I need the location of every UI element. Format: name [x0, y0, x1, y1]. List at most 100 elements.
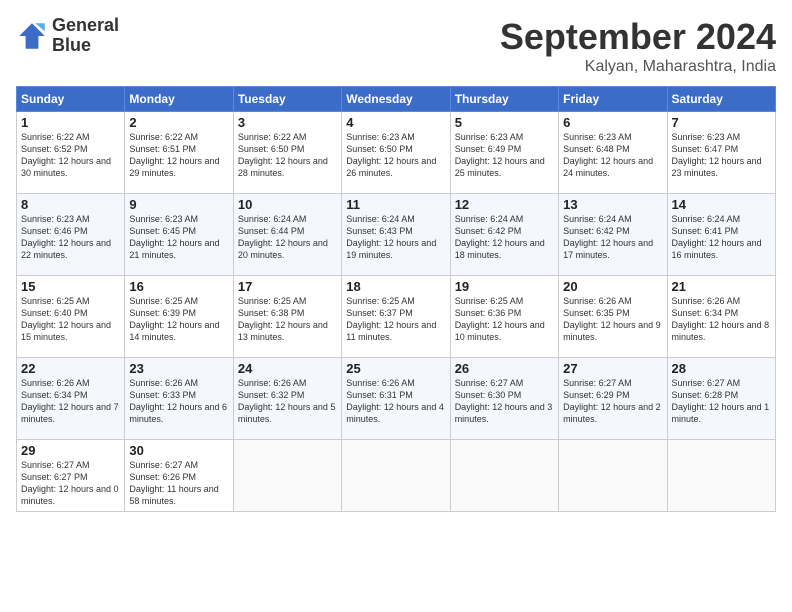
- day-number: 7: [672, 115, 771, 130]
- calendar-cell: 8 Sunrise: 6:23 AM Sunset: 6:46 PM Dayli…: [17, 194, 125, 276]
- cell-content: Sunrise: 6:26 AM Sunset: 6:34 PM Dayligh…: [21, 377, 120, 426]
- title-block: September 2024 Kalyan, Maharashtra, Indi…: [500, 16, 776, 76]
- calendar-cell: 22 Sunrise: 6:26 AM Sunset: 6:34 PM Dayl…: [17, 358, 125, 440]
- calendar-cell: 15 Sunrise: 6:25 AM Sunset: 6:40 PM Dayl…: [17, 276, 125, 358]
- day-number: 23: [129, 361, 228, 376]
- cell-content: Sunrise: 6:26 AM Sunset: 6:33 PM Dayligh…: [129, 377, 228, 426]
- cell-content: Sunrise: 6:22 AM Sunset: 6:52 PM Dayligh…: [21, 131, 120, 180]
- day-number: 10: [238, 197, 337, 212]
- day-number: 16: [129, 279, 228, 294]
- calendar-weekday-wednesday: Wednesday: [342, 87, 450, 112]
- calendar-cell: 6 Sunrise: 6:23 AM Sunset: 6:48 PM Dayli…: [559, 112, 667, 194]
- cell-content: Sunrise: 6:26 AM Sunset: 6:32 PM Dayligh…: [238, 377, 337, 426]
- cell-content: Sunrise: 6:22 AM Sunset: 6:50 PM Dayligh…: [238, 131, 337, 180]
- day-number: 13: [563, 197, 662, 212]
- cell-content: Sunrise: 6:27 AM Sunset: 6:26 PM Dayligh…: [129, 459, 228, 508]
- calendar-week-row: 22 Sunrise: 6:26 AM Sunset: 6:34 PM Dayl…: [17, 358, 776, 440]
- calendar-week-row: 29 Sunrise: 6:27 AM Sunset: 6:27 PM Dayl…: [17, 440, 776, 512]
- day-number: 11: [346, 197, 445, 212]
- calendar-cell: 14 Sunrise: 6:24 AM Sunset: 6:41 PM Dayl…: [667, 194, 775, 276]
- day-number: 28: [672, 361, 771, 376]
- cell-content: Sunrise: 6:27 AM Sunset: 6:28 PM Dayligh…: [672, 377, 771, 426]
- calendar-table: SundayMondayTuesdayWednesdayThursdayFrid…: [16, 86, 776, 512]
- calendar-cell: 2 Sunrise: 6:22 AM Sunset: 6:51 PM Dayli…: [125, 112, 233, 194]
- day-number: 3: [238, 115, 337, 130]
- cell-content: Sunrise: 6:23 AM Sunset: 6:50 PM Dayligh…: [346, 131, 445, 180]
- calendar-cell: 17 Sunrise: 6:25 AM Sunset: 6:38 PM Dayl…: [233, 276, 341, 358]
- header: General Blue September 2024 Kalyan, Maha…: [16, 16, 776, 76]
- calendar-cell: [559, 440, 667, 512]
- day-number: 9: [129, 197, 228, 212]
- cell-content: Sunrise: 6:26 AM Sunset: 6:34 PM Dayligh…: [672, 295, 771, 344]
- calendar-cell: [342, 440, 450, 512]
- cell-content: Sunrise: 6:25 AM Sunset: 6:39 PM Dayligh…: [129, 295, 228, 344]
- day-number: 5: [455, 115, 554, 130]
- logo: General Blue: [16, 16, 119, 56]
- cell-content: Sunrise: 6:25 AM Sunset: 6:40 PM Dayligh…: [21, 295, 120, 344]
- day-number: 2: [129, 115, 228, 130]
- day-number: 14: [672, 197, 771, 212]
- calendar-cell: 11 Sunrise: 6:24 AM Sunset: 6:43 PM Dayl…: [342, 194, 450, 276]
- calendar-cell: 24 Sunrise: 6:26 AM Sunset: 6:32 PM Dayl…: [233, 358, 341, 440]
- calendar-header-row: SundayMondayTuesdayWednesdayThursdayFrid…: [17, 87, 776, 112]
- calendar-cell: 5 Sunrise: 6:23 AM Sunset: 6:49 PM Dayli…: [450, 112, 558, 194]
- cell-content: Sunrise: 6:23 AM Sunset: 6:48 PM Dayligh…: [563, 131, 662, 180]
- calendar-cell: 3 Sunrise: 6:22 AM Sunset: 6:50 PM Dayli…: [233, 112, 341, 194]
- cell-content: Sunrise: 6:26 AM Sunset: 6:35 PM Dayligh…: [563, 295, 662, 344]
- cell-content: Sunrise: 6:23 AM Sunset: 6:47 PM Dayligh…: [672, 131, 771, 180]
- day-number: 24: [238, 361, 337, 376]
- cell-content: Sunrise: 6:24 AM Sunset: 6:42 PM Dayligh…: [455, 213, 554, 262]
- day-number: 30: [129, 443, 228, 458]
- calendar-weekday-thursday: Thursday: [450, 87, 558, 112]
- logo-text: General Blue: [52, 16, 119, 56]
- cell-content: Sunrise: 6:25 AM Sunset: 6:37 PM Dayligh…: [346, 295, 445, 344]
- day-number: 20: [563, 279, 662, 294]
- day-number: 25: [346, 361, 445, 376]
- page-container: General Blue September 2024 Kalyan, Maha…: [0, 0, 792, 612]
- calendar-cell: 19 Sunrise: 6:25 AM Sunset: 6:36 PM Dayl…: [450, 276, 558, 358]
- calendar-cell: [667, 440, 775, 512]
- day-number: 15: [21, 279, 120, 294]
- calendar-cell: 25 Sunrise: 6:26 AM Sunset: 6:31 PM Dayl…: [342, 358, 450, 440]
- calendar-week-row: 8 Sunrise: 6:23 AM Sunset: 6:46 PM Dayli…: [17, 194, 776, 276]
- calendar-cell: 29 Sunrise: 6:27 AM Sunset: 6:27 PM Dayl…: [17, 440, 125, 512]
- cell-content: Sunrise: 6:24 AM Sunset: 6:44 PM Dayligh…: [238, 213, 337, 262]
- calendar-cell: 18 Sunrise: 6:25 AM Sunset: 6:37 PM Dayl…: [342, 276, 450, 358]
- calendar-cell: [450, 440, 558, 512]
- calendar-cell: 23 Sunrise: 6:26 AM Sunset: 6:33 PM Dayl…: [125, 358, 233, 440]
- day-number: 22: [21, 361, 120, 376]
- cell-content: Sunrise: 6:24 AM Sunset: 6:41 PM Dayligh…: [672, 213, 771, 262]
- day-number: 18: [346, 279, 445, 294]
- calendar-weekday-saturday: Saturday: [667, 87, 775, 112]
- day-number: 1: [21, 115, 120, 130]
- calendar-weekday-monday: Monday: [125, 87, 233, 112]
- day-number: 19: [455, 279, 554, 294]
- cell-content: Sunrise: 6:24 AM Sunset: 6:42 PM Dayligh…: [563, 213, 662, 262]
- cell-content: Sunrise: 6:27 AM Sunset: 6:29 PM Dayligh…: [563, 377, 662, 426]
- calendar-cell: [233, 440, 341, 512]
- calendar-weekday-sunday: Sunday: [17, 87, 125, 112]
- cell-content: Sunrise: 6:23 AM Sunset: 6:46 PM Dayligh…: [21, 213, 120, 262]
- cell-content: Sunrise: 6:25 AM Sunset: 6:38 PM Dayligh…: [238, 295, 337, 344]
- calendar-week-row: 1 Sunrise: 6:22 AM Sunset: 6:52 PM Dayli…: [17, 112, 776, 194]
- day-number: 4: [346, 115, 445, 130]
- calendar-cell: 30 Sunrise: 6:27 AM Sunset: 6:26 PM Dayl…: [125, 440, 233, 512]
- calendar-cell: 26 Sunrise: 6:27 AM Sunset: 6:30 PM Dayl…: [450, 358, 558, 440]
- cell-content: Sunrise: 6:23 AM Sunset: 6:49 PM Dayligh…: [455, 131, 554, 180]
- month-title: September 2024: [500, 16, 776, 58]
- day-number: 6: [563, 115, 662, 130]
- calendar-weekday-friday: Friday: [559, 87, 667, 112]
- calendar-cell: 16 Sunrise: 6:25 AM Sunset: 6:39 PM Dayl…: [125, 276, 233, 358]
- calendar-cell: 9 Sunrise: 6:23 AM Sunset: 6:45 PM Dayli…: [125, 194, 233, 276]
- calendar-week-row: 15 Sunrise: 6:25 AM Sunset: 6:40 PM Dayl…: [17, 276, 776, 358]
- logo-icon: [16, 20, 48, 52]
- cell-content: Sunrise: 6:25 AM Sunset: 6:36 PM Dayligh…: [455, 295, 554, 344]
- day-number: 17: [238, 279, 337, 294]
- calendar-cell: 7 Sunrise: 6:23 AM Sunset: 6:47 PM Dayli…: [667, 112, 775, 194]
- calendar-cell: 13 Sunrise: 6:24 AM Sunset: 6:42 PM Dayl…: [559, 194, 667, 276]
- calendar-cell: 12 Sunrise: 6:24 AM Sunset: 6:42 PM Dayl…: [450, 194, 558, 276]
- cell-content: Sunrise: 6:22 AM Sunset: 6:51 PM Dayligh…: [129, 131, 228, 180]
- calendar-weekday-tuesday: Tuesday: [233, 87, 341, 112]
- calendar-cell: 28 Sunrise: 6:27 AM Sunset: 6:28 PM Dayl…: [667, 358, 775, 440]
- day-number: 29: [21, 443, 120, 458]
